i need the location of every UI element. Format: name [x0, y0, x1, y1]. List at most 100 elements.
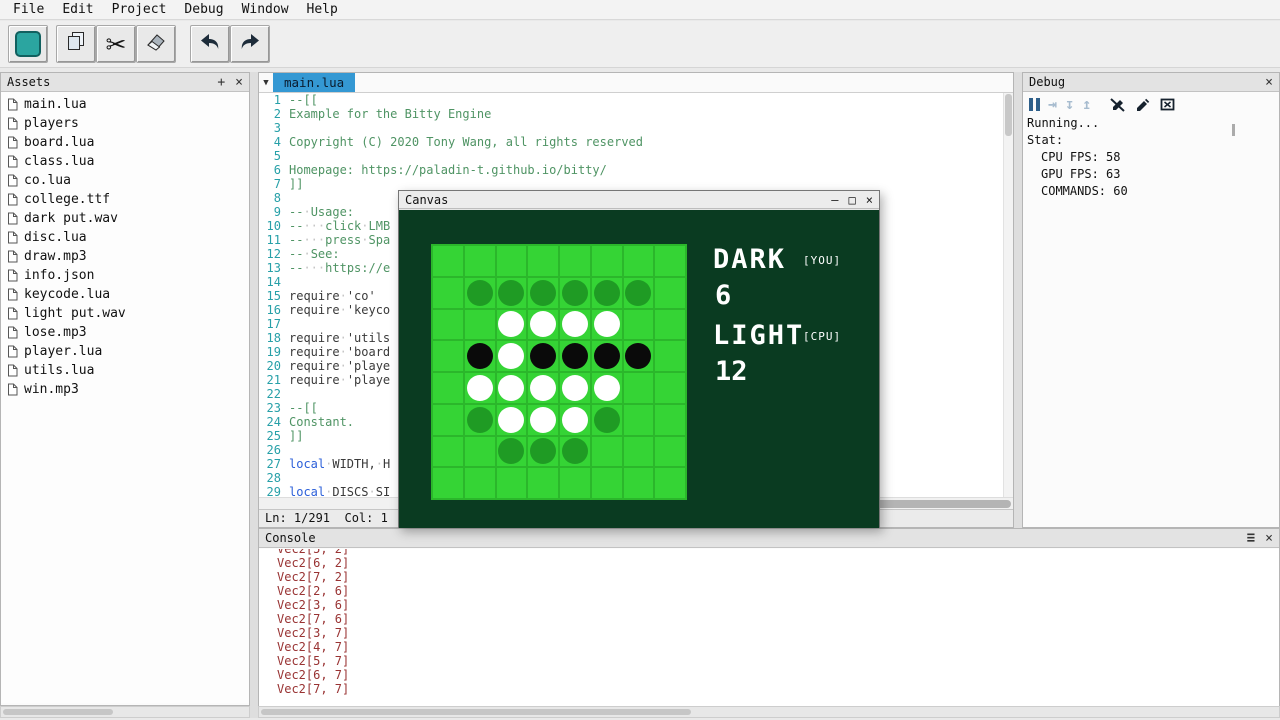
board-cell[interactable]	[497, 405, 527, 435]
horizontal-scrollbar-thumb[interactable]	[3, 709, 113, 715]
board-cell[interactable]	[465, 373, 495, 403]
step-out-icon[interactable]: ↥	[1082, 96, 1091, 112]
asset-item[interactable]: disc.lua	[1, 228, 249, 247]
board-cell[interactable]	[655, 373, 685, 403]
asset-item[interactable]: lose.mp3	[1, 323, 249, 342]
debug-close-button[interactable]: ×	[1265, 76, 1273, 89]
board-cell[interactable]	[433, 468, 463, 498]
console-menu-icon[interactable]: ≡	[1247, 532, 1255, 545]
board-cell[interactable]	[624, 437, 654, 467]
board-cell[interactable]	[433, 437, 463, 467]
board-cell[interactable]	[528, 405, 558, 435]
asset-item[interactable]: light put.wav	[1, 304, 249, 323]
board-cell[interactable]	[465, 468, 495, 498]
console-content[interactable]: Vec2[5, 2]Vec2[6, 2]Vec2[7, 2]Vec2[2, 6]…	[259, 549, 1279, 706]
board-cell[interactable]	[560, 468, 590, 498]
board-cell[interactable]	[624, 341, 654, 371]
edit-breakpoints-icon[interactable]	[1134, 95, 1151, 113]
add-asset-button[interactable]: +	[217, 76, 225, 89]
board-cell[interactable]	[497, 468, 527, 498]
board-cell[interactable]	[497, 373, 527, 403]
asset-item[interactable]: co.lua	[1, 171, 249, 190]
board-cell[interactable]	[592, 341, 622, 371]
board-cell[interactable]	[465, 278, 495, 308]
board-cell[interactable]	[433, 246, 463, 276]
asset-item[interactable]: draw.mp3	[1, 247, 249, 266]
board-cell[interactable]	[433, 373, 463, 403]
board-cell[interactable]	[528, 310, 558, 340]
board-cell[interactable]	[528, 468, 558, 498]
code-line[interactable]: 1--[[	[259, 93, 1003, 107]
board-cell[interactable]	[497, 246, 527, 276]
board-cell[interactable]	[624, 405, 654, 435]
clear-breakpoints-icon[interactable]	[1159, 95, 1176, 113]
board-cell[interactable]	[560, 341, 590, 371]
undo-button[interactable]	[190, 25, 230, 63]
board-cell[interactable]	[528, 246, 558, 276]
board-cell[interactable]	[655, 310, 685, 340]
board-cell[interactable]	[528, 373, 558, 403]
code-line[interactable]: 5	[259, 149, 1003, 163]
board-cell[interactable]	[433, 278, 463, 308]
tab-list-dropdown[interactable]: ▼	[259, 73, 273, 93]
assets-close-button[interactable]: ×	[235, 76, 243, 89]
board-cell[interactable]	[433, 405, 463, 435]
menu-item-help[interactable]: Help	[298, 0, 347, 20]
board-cell[interactable]	[465, 310, 495, 340]
board-cell[interactable]	[497, 437, 527, 467]
run-button[interactable]	[8, 25, 48, 63]
board-cell[interactable]	[592, 278, 622, 308]
asset-item[interactable]: info.json	[1, 266, 249, 285]
menu-item-file[interactable]: File	[4, 0, 53, 20]
board-cell[interactable]	[560, 373, 590, 403]
pause-button[interactable]	[1029, 98, 1040, 111]
step-into-icon[interactable]: ↧	[1065, 96, 1074, 112]
eraser-button[interactable]	[136, 25, 176, 63]
board-cell[interactable]	[497, 278, 527, 308]
board-cell[interactable]	[560, 310, 590, 340]
code-line[interactable]: 2Example for the Bitty Engine	[259, 107, 1003, 121]
asset-item[interactable]: board.lua	[1, 133, 249, 152]
board-cell[interactable]	[592, 373, 622, 403]
splitter-left[interactable]	[250, 72, 258, 718]
board-cell[interactable]	[465, 405, 495, 435]
board-cell[interactable]	[433, 310, 463, 340]
close-button[interactable]: ×	[866, 193, 873, 207]
asset-item[interactable]: main.lua	[1, 95, 249, 114]
editor-vertical-scrollbar[interactable]	[1003, 93, 1013, 497]
board-cell[interactable]	[624, 246, 654, 276]
asset-item[interactable]: utils.lua	[1, 361, 249, 380]
console-horizontal-scrollbar[interactable]	[258, 706, 1280, 718]
board-cell[interactable]	[465, 246, 495, 276]
board-cell[interactable]	[655, 246, 685, 276]
board-cell[interactable]	[592, 468, 622, 498]
board-cell[interactable]	[592, 246, 622, 276]
board-cell[interactable]	[655, 278, 685, 308]
code-line[interactable]: 7]]	[259, 177, 1003, 191]
code-line[interactable]: 4Copyright (C) 2020 Tony Wang, all right…	[259, 135, 1003, 149]
cut-button[interactable]: ✂	[96, 25, 136, 63]
board-cell[interactable]	[528, 437, 558, 467]
board-cell[interactable]	[465, 437, 495, 467]
redo-button[interactable]	[230, 25, 270, 63]
board-cell[interactable]	[624, 373, 654, 403]
debug-scrollbar-thumb[interactable]	[1232, 124, 1235, 136]
asset-item[interactable]: player.lua	[1, 342, 249, 361]
board-cell[interactable]	[465, 341, 495, 371]
step-over-icon[interactable]: ⇥	[1048, 96, 1057, 112]
console-close-button[interactable]: ×	[1265, 532, 1273, 545]
board-cell[interactable]	[655, 437, 685, 467]
minimize-button[interactable]: –	[831, 193, 838, 207]
menu-item-debug[interactable]: Debug	[175, 0, 232, 20]
board-cell[interactable]	[624, 468, 654, 498]
asset-item[interactable]: keycode.lua	[1, 285, 249, 304]
board-cell[interactable]	[433, 341, 463, 371]
board-cell[interactable]	[592, 310, 622, 340]
board-cell[interactable]	[560, 437, 590, 467]
assets-horizontal-scrollbar[interactable]	[0, 706, 250, 718]
canvas-window-titlebar[interactable]: Canvas – □ ×	[399, 191, 879, 209]
splitter-right[interactable]	[1014, 72, 1022, 528]
vertical-scrollbar-thumb[interactable]	[1005, 94, 1012, 136]
code-line[interactable]: 3	[259, 121, 1003, 135]
tab-main-lua[interactable]: main.lua	[273, 73, 355, 92]
